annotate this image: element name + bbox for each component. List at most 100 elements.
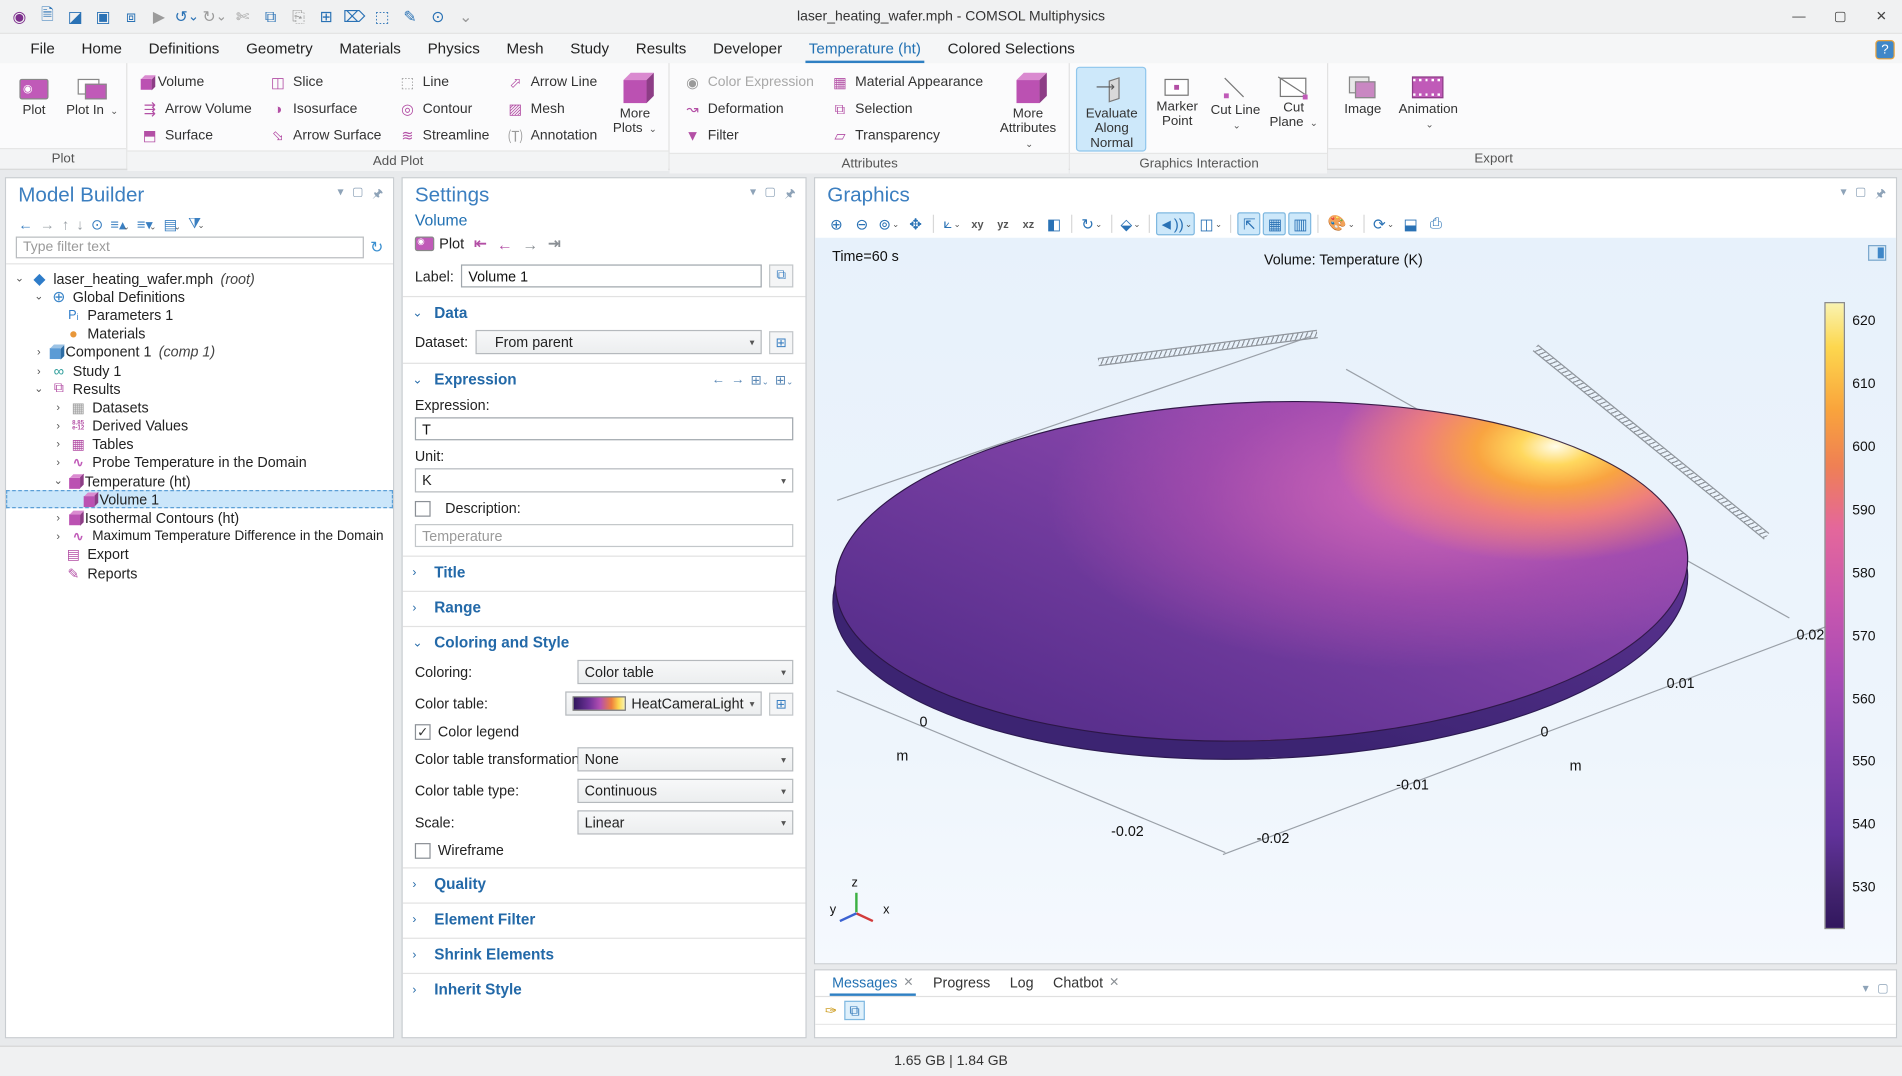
save-as-icon[interactable]: ⧈ bbox=[119, 4, 143, 28]
rename-icon[interactable]: ⧉ bbox=[769, 264, 793, 287]
delete-icon[interactable]: ⌦ bbox=[342, 4, 366, 28]
float-panel-icon[interactable]: ▢ bbox=[1877, 983, 1888, 996]
section-title[interactable]: › Title bbox=[403, 556, 806, 586]
plot-next-icon[interactable]: → bbox=[522, 235, 538, 253]
mark-icon[interactable]: ✎ bbox=[398, 4, 422, 28]
filter-tree-icon[interactable]: ⧩⌄ bbox=[188, 215, 204, 233]
tab-results[interactable]: Results bbox=[622, 36, 699, 63]
add-arrow-volume-button[interactable]: ⇶Arrow Volume bbox=[133, 96, 259, 123]
update-icon[interactable]: ⟳⌄ bbox=[1371, 212, 1397, 235]
show-color-legend-icon[interactable]: ▥ bbox=[1289, 212, 1312, 235]
tree-item-results[interactable]: Results bbox=[6, 380, 393, 398]
add-arrow-line-button[interactable]: ⬀Arrow Line bbox=[499, 69, 605, 96]
toolbar-overflow-icon[interactable]: ⌄ bbox=[454, 4, 478, 28]
wireframe-checkbox[interactable] bbox=[415, 842, 431, 858]
close-tab-icon[interactable]: ✕ bbox=[903, 976, 913, 989]
material-appearance-button[interactable]: ▦Material Appearance bbox=[824, 69, 991, 96]
more-plots-button[interactable]: More Plots ⌄ bbox=[607, 67, 663, 149]
duplicate-icon[interactable]: ⊞ bbox=[314, 4, 338, 28]
tab-progress[interactable]: Progress bbox=[923, 970, 1000, 995]
animation-button[interactable]: Animation⌄ bbox=[1393, 67, 1463, 147]
add-isosurface-button[interactable]: ◑Isosurface bbox=[262, 96, 389, 123]
expander-icon[interactable] bbox=[33, 290, 45, 303]
transparency-button[interactable]: ▱Transparency bbox=[824, 123, 991, 150]
show-axes-icon[interactable]: ⇱ bbox=[1238, 212, 1261, 235]
search-icon[interactable]: ⊙ bbox=[426, 4, 450, 28]
tree-item-max-temp-difference[interactable]: Maximum Temperature Difference in the Do… bbox=[6, 527, 393, 545]
tree-item-component[interactable]: Component 1(comp 1) bbox=[6, 343, 393, 361]
color-table-browser-icon[interactable]: ⊞ bbox=[769, 692, 793, 715]
section-quality[interactable]: › Quality bbox=[403, 867, 806, 897]
expander-icon[interactable] bbox=[52, 401, 64, 413]
refresh-icon[interactable]: ↻ bbox=[370, 238, 383, 257]
move-down-icon[interactable]: ↓ bbox=[76, 215, 83, 232]
clear-messages-icon[interactable]: ✑ bbox=[825, 1002, 837, 1019]
expander-icon[interactable] bbox=[52, 530, 64, 542]
copy-icon[interactable]: ⧉ bbox=[258, 4, 282, 28]
scale-select[interactable]: Linear▾ bbox=[577, 810, 793, 834]
tree-item-derived-values[interactable]: Derived Values bbox=[6, 417, 393, 435]
unit-select[interactable]: K▾ bbox=[415, 468, 793, 492]
expander-icon[interactable] bbox=[33, 365, 45, 377]
marker-point-button[interactable]: Marker Point bbox=[1149, 67, 1205, 152]
show-icon[interactable]: ⊙ bbox=[91, 215, 103, 232]
tree-item-isothermal-contours[interactable]: Isothermal Contours (ht) bbox=[6, 509, 393, 527]
new-file-icon[interactable]: 🗎 bbox=[35, 4, 59, 28]
tab-physics[interactable]: Physics bbox=[414, 36, 493, 63]
add-line-button[interactable]: ⬚Line bbox=[391, 69, 496, 96]
add-surface-button[interactable]: ⬒Surface bbox=[133, 123, 259, 150]
back-icon[interactable]: ← bbox=[18, 215, 33, 232]
tree-item-parameters[interactable]: Parameters 1 bbox=[6, 306, 393, 324]
section-element-filter[interactable]: › Element Filter bbox=[403, 902, 806, 932]
replace-expression-icon[interactable]: ⊞⌄ bbox=[751, 372, 769, 388]
insert-expression-icon[interactable]: ⊞⌄ bbox=[775, 372, 793, 388]
section-shrink-elements[interactable]: › Shrink Elements bbox=[403, 938, 806, 968]
sound-icon[interactable]: ◄))⌄ bbox=[1156, 212, 1194, 235]
expand-icon[interactable]: ≡▾⌄ bbox=[137, 215, 156, 232]
plot-last-icon[interactable]: ⇥ bbox=[548, 234, 561, 253]
tree-item-temperature-ht[interactable]: Temperature (ht) bbox=[6, 472, 393, 490]
expression-input[interactable]: T bbox=[415, 417, 793, 440]
pin-panel-icon[interactable]: 🖈 bbox=[785, 185, 796, 206]
color-table-type-select[interactable]: Continuous▾ bbox=[577, 779, 793, 803]
add-arrow-surface-button[interactable]: ⬂Arrow Surface bbox=[262, 123, 389, 150]
tab-developer[interactable]: Developer bbox=[700, 36, 796, 63]
tree-item-global-definitions[interactable]: Global Definitions bbox=[6, 288, 393, 306]
copy-messages-icon[interactable]: ⧉ bbox=[844, 1001, 865, 1020]
panel-menu-icon[interactable]: ▾ bbox=[338, 185, 344, 206]
prev-expression-icon[interactable]: ← bbox=[712, 372, 725, 387]
zoom-in-icon[interactable]: ⊕ bbox=[825, 212, 848, 235]
tree-filter-input[interactable]: Type filter text bbox=[16, 237, 364, 259]
color-legend-checkbox[interactable] bbox=[415, 724, 431, 740]
expander-icon[interactable] bbox=[13, 272, 25, 285]
tree-item-reports[interactable]: Reports bbox=[6, 564, 393, 582]
forward-icon[interactable]: → bbox=[40, 215, 55, 232]
tree-item-datasets[interactable]: Datasets bbox=[6, 398, 393, 416]
zoom-out-icon[interactable]: ⊖ bbox=[850, 212, 873, 235]
tab-home[interactable]: Home bbox=[68, 36, 135, 63]
select-box-icon[interactable]: ⬚ bbox=[370, 4, 394, 28]
expander-icon[interactable] bbox=[52, 474, 64, 487]
coloring-select[interactable]: Color table▾ bbox=[577, 660, 793, 684]
tab-mesh[interactable]: Mesh bbox=[493, 36, 557, 63]
next-expression-icon[interactable]: → bbox=[731, 372, 744, 387]
run-icon[interactable]: ▶ bbox=[147, 4, 171, 28]
float-panel-icon[interactable]: ▢ bbox=[352, 185, 363, 206]
cut-icon[interactable]: ✄ bbox=[230, 4, 254, 28]
expander-icon[interactable] bbox=[33, 382, 45, 395]
description-checkbox[interactable] bbox=[415, 500, 431, 516]
plot-first-icon[interactable]: ⇤ bbox=[474, 234, 487, 253]
paste-icon[interactable]: ⎘ bbox=[286, 4, 310, 28]
tab-colored-selections[interactable]: Colored Selections bbox=[934, 36, 1088, 63]
expander-icon[interactable] bbox=[52, 512, 64, 524]
color-table-select[interactable]: HeatCameraLight▾ bbox=[565, 691, 762, 715]
view-xy-icon[interactable]: xy bbox=[966, 212, 989, 235]
tab-materials[interactable]: Materials bbox=[326, 36, 414, 63]
add-streamline-button[interactable]: ≋Streamline bbox=[391, 123, 496, 150]
add-contour-button[interactable]: ◎Contour bbox=[391, 96, 496, 123]
section-coloring-style[interactable]: ⌄ Coloring and Style bbox=[403, 626, 806, 656]
more-attributes-button[interactable]: More Attributes ⌄ bbox=[993, 67, 1063, 152]
add-mesh-button[interactable]: ▨Mesh bbox=[499, 96, 605, 123]
plot-area[interactable]: Time=60 s Volume: Temperature (K) 0 m -0… bbox=[815, 238, 1896, 963]
help-icon[interactable]: ? bbox=[1875, 40, 1894, 59]
